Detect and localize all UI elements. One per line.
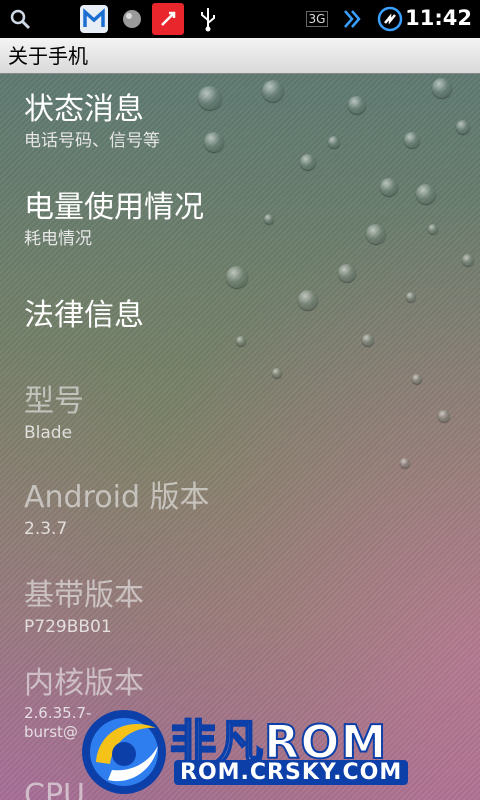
data-arrows-icon [338, 5, 366, 33]
water-drop [438, 410, 450, 422]
item-title: CPU [24, 778, 85, 800]
status-bar: 3G 11:42 [0, 0, 480, 38]
settings-list: 状态消息 电话号码、信号等 电量使用情况 耗电情况 法律信息 型号 Blade … [0, 74, 480, 800]
water-drop [236, 336, 246, 346]
water-drop [406, 292, 416, 302]
item-title: 电量使用情况 [24, 190, 204, 225]
model-item: 型号 Blade [24, 384, 84, 444]
water-drop [198, 86, 222, 110]
item-title: Android 版本 [24, 480, 210, 515]
flash-app-icon [152, 3, 184, 35]
water-drop [272, 368, 282, 378]
usb-icon [194, 5, 222, 33]
water-drop [462, 254, 474, 266]
item-value: P729BB01 [24, 617, 112, 637]
water-drop [366, 224, 386, 244]
water-drop [404, 132, 420, 148]
crsky-rom-watermark: 非凡ROM ROM.CRSKY.COM [78, 702, 438, 800]
baseband-version-item: 基带版本 P729BB01 [24, 578, 144, 638]
android-version-item: Android 版本 2.3.7 [24, 480, 210, 540]
water-drop [362, 334, 374, 346]
network-3g-icon: 3G [302, 5, 332, 33]
water-drop [380, 178, 398, 196]
item-subtitle: 电话号码、信号等 [24, 131, 160, 151]
water-drop [416, 184, 436, 204]
cpu-item: CPU [24, 778, 85, 800]
item-value: Blade [24, 423, 73, 443]
item-title: 法律信息 [24, 298, 144, 333]
water-drop [226, 266, 248, 288]
water-drop [262, 80, 284, 102]
search-icon[interactable] [6, 5, 34, 33]
item-value: 2.3.7 [24, 519, 68, 539]
water-drop [328, 136, 340, 148]
battery-use-item[interactable]: 电量使用情况 耗电情况 [24, 190, 204, 250]
water-drop [300, 154, 316, 170]
crsky-logo-icon [82, 710, 166, 794]
network-label: 3G [305, 11, 329, 27]
ball-icon [118, 5, 146, 33]
item-title: 状态消息 [24, 92, 144, 127]
water-drop [412, 374, 422, 384]
item-title: 内核版本 [24, 666, 144, 701]
water-drop [338, 264, 356, 282]
watermark-url: ROM.CRSKY.COM [174, 760, 409, 785]
water-drop [348, 96, 366, 114]
page-title: 关于手机 [0, 38, 480, 74]
water-drop [428, 224, 438, 234]
water-drop [432, 78, 452, 98]
status-info-item[interactable]: 状态消息 电话号码、信号等 [24, 92, 160, 152]
item-title: 基带版本 [24, 578, 144, 613]
water-drop [298, 290, 318, 310]
water-drop [456, 120, 470, 134]
sync-icon [376, 5, 404, 33]
legal-info-item[interactable]: 法律信息 [24, 298, 144, 334]
item-title: 型号 [24, 384, 84, 419]
item-subtitle: 耗电情况 [24, 229, 92, 249]
app-m-icon [80, 5, 108, 33]
water-drop [400, 458, 410, 468]
clock: 11:42 [405, 6, 472, 30]
water-drop [264, 214, 274, 224]
water-drop [204, 132, 224, 152]
